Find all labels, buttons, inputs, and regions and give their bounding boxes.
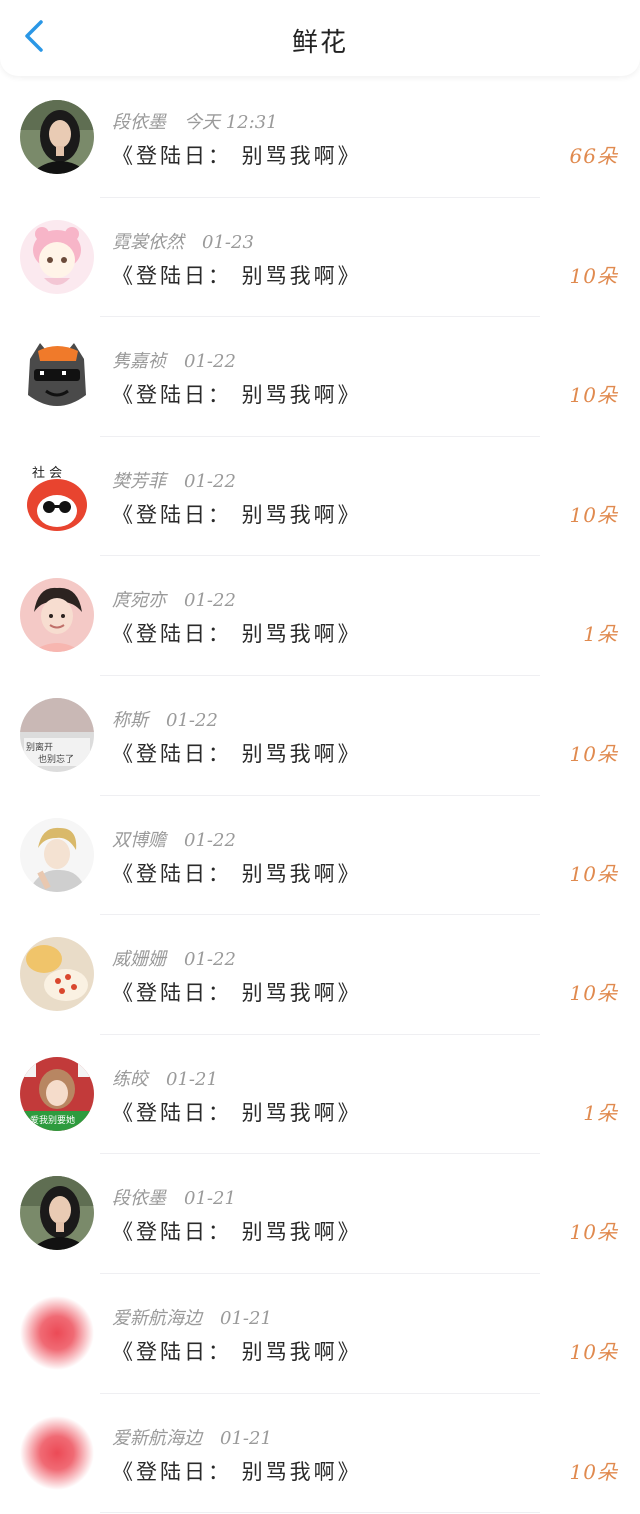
list-item[interactable]: 社 会 樊芳菲 01-22 《登陆日： 别骂我啊》 10朵 (0, 436, 640, 557)
flower-count: 10朵 (569, 383, 618, 408)
flower-count: 10朵 (569, 502, 618, 527)
message-text: 《登陆日： 别骂我啊》 (112, 741, 362, 766)
sender-meta: 称斯 01-22 (112, 706, 218, 732)
sender-meta: 爱新航海边 01-21 (112, 1304, 272, 1330)
sender-name: 樊芳菲 (112, 470, 166, 492)
sent-time: 01-22 (184, 949, 236, 971)
flowers-page: 鲜花 段依墨 今天 12:31 《登陆日： 别骂我啊》 66朵 霓裳依然 01-… (0, 0, 640, 1514)
message-text: 《登陆日： 别骂我啊》 (112, 622, 362, 647)
message-text: 《登陆日： 别骂我啊》 (112, 1459, 362, 1484)
sent-time: 01-22 (184, 470, 236, 492)
sender-name: 段依墨 (112, 1188, 166, 1210)
flower-count: 1朵 (583, 622, 618, 647)
list-item[interactable]: 爱我别要她 练皎 01-21 《登陆日： 别骂我啊》 1朵 (0, 1034, 640, 1155)
message-text: 《登陆日： 别骂我啊》 (112, 502, 362, 527)
sender-meta: 双博赡 01-22 (112, 826, 236, 852)
sender-name: 隽嘉祯 (112, 351, 166, 373)
flower-count: 10朵 (569, 1220, 618, 1245)
avatar[interactable] (20, 817, 94, 892)
sent-time: 01-22 (184, 829, 236, 851)
list-item[interactable]: 段依墨 01-21 《登陆日： 别骂我啊》 10朵 (0, 1154, 640, 1274)
message-text: 《登陆日： 别骂我啊》 (112, 1220, 362, 1245)
flower-count: 10朵 (569, 741, 618, 766)
avatar[interactable] (20, 578, 94, 653)
list-item[interactable]: 霓裳依然 01-23 《登陆日： 别骂我啊》 10朵 (0, 197, 640, 318)
list-item[interactable]: 别离开 也别忘了 称斯 01-22 《登陆日： 别骂我啊》 10朵 (0, 675, 640, 796)
sender-meta: 练皎 01-21 (112, 1065, 218, 1091)
sent-time: 今天 12:31 (184, 112, 278, 133)
sender-meta: 隽嘉祯 01-22 (112, 347, 236, 373)
sent-time: 01-23 (202, 231, 254, 253)
sent-time: 01-22 (184, 590, 236, 612)
list-item[interactable]: 双博赡 01-22 《登陆日： 别骂我啊》 10朵 (0, 795, 640, 916)
sender-name: 霓裳依然 (112, 231, 184, 253)
svg-text:别离开: 别离开 (26, 741, 53, 753)
page-title: 鲜花 (291, 28, 348, 58)
list-item[interactable]: 段依墨 今天 12:31 《登陆日： 别骂我啊》 66朵 (0, 78, 640, 198)
sender-meta: 段依墨 今天 12:31 (112, 108, 278, 134)
sent-time: 01-21 (166, 1068, 218, 1090)
avatar[interactable]: 爱我别要她 (20, 1056, 94, 1131)
avatar[interactable] (20, 1415, 94, 1490)
sender-name: 爱新航海边 (112, 1307, 202, 1329)
list-item[interactable]: 威姗姗 01-22 《登陆日： 别骂我啊》 10朵 (0, 915, 640, 1035)
avatar[interactable]: 别离开 也别忘了 (20, 697, 94, 772)
sender-name: 段依墨 (112, 112, 166, 133)
list-item[interactable]: 爱新航海边 01-21 《登陆日： 别骂我啊》 10朵 (0, 1273, 640, 1394)
sender-name: 威姗姗 (112, 949, 166, 971)
avatar[interactable] (20, 937, 94, 1012)
sent-time: 01-21 (220, 1307, 272, 1329)
flower-count: 1朵 (583, 1100, 618, 1125)
sender-meta: 庹宛亦 01-22 (112, 586, 236, 612)
flower-list: 段依墨 今天 12:31 《登陆日： 别骂我啊》 66朵 霓裳依然 01-23 《登… (0, 78, 640, 1514)
message-text: 《登陆日： 别骂我啊》 (112, 1339, 362, 1364)
flower-count: 10朵 (569, 1459, 618, 1484)
sender-name: 庹宛亦 (112, 590, 166, 612)
message-text: 《登陆日： 别骂我啊》 (112, 383, 362, 408)
sender-meta: 霓裳依然 01-23 (112, 228, 254, 254)
sent-time: 01-21 (220, 1427, 272, 1449)
sender-name: 称斯 (112, 709, 148, 731)
avatar[interactable]: 社 会 (20, 458, 94, 533)
flower-count: 66朵 (569, 144, 618, 168)
sender-meta: 段依墨 01-21 (112, 1184, 236, 1210)
avatar[interactable] (20, 1295, 94, 1370)
message-text: 《登陆日： 别骂我啊》 (112, 861, 362, 886)
sent-time: 01-21 (184, 1188, 236, 1210)
sender-name: 爱新航海边 (112, 1427, 202, 1449)
sender-name: 双博赡 (112, 829, 166, 851)
sender-meta: 樊芳菲 01-22 (112, 467, 236, 493)
sent-time: 01-22 (184, 351, 236, 373)
svg-text:也别忘了: 也别忘了 (38, 753, 74, 765)
message-text: 《登陆日： 别骂我啊》 (112, 1100, 362, 1125)
avatar[interactable] (20, 219, 94, 294)
top-bar: 鲜花 (0, 0, 640, 76)
svg-text:爱我别要她: 爱我别要她 (30, 1114, 75, 1126)
message-text: 《登陆日： 别骂我啊》 (112, 981, 362, 1006)
flower-count: 10朵 (569, 263, 618, 288)
sender-meta: 威姗姗 01-22 (112, 945, 236, 971)
flower-count: 10朵 (569, 981, 618, 1006)
message-text: 《登陆日： 别骂我啊》 (112, 263, 362, 288)
avatar[interactable] (20, 1176, 94, 1251)
sent-time: 01-22 (166, 709, 218, 731)
sender-name: 练皎 (112, 1068, 148, 1090)
avatar[interactable] (20, 339, 94, 414)
list-item[interactable]: 庹宛亦 01-22 《登陆日： 别骂我啊》 1朵 (0, 556, 640, 676)
avatar[interactable] (20, 100, 94, 174)
flower-count: 10朵 (569, 1339, 618, 1364)
list-item[interactable]: 隽嘉祯 01-22 《登陆日： 别骂我啊》 10朵 (0, 317, 640, 437)
sender-meta: 爱新航海边 01-21 (112, 1424, 272, 1450)
list-item[interactable]: 爱新航海边 01-21 《登陆日： 别骂我啊》 10朵 (0, 1393, 640, 1514)
message-text: 《登陆日： 别骂我啊》 (112, 144, 362, 168)
flower-count: 10朵 (569, 861, 618, 886)
svg-text:社 会: 社 会 (32, 465, 62, 481)
